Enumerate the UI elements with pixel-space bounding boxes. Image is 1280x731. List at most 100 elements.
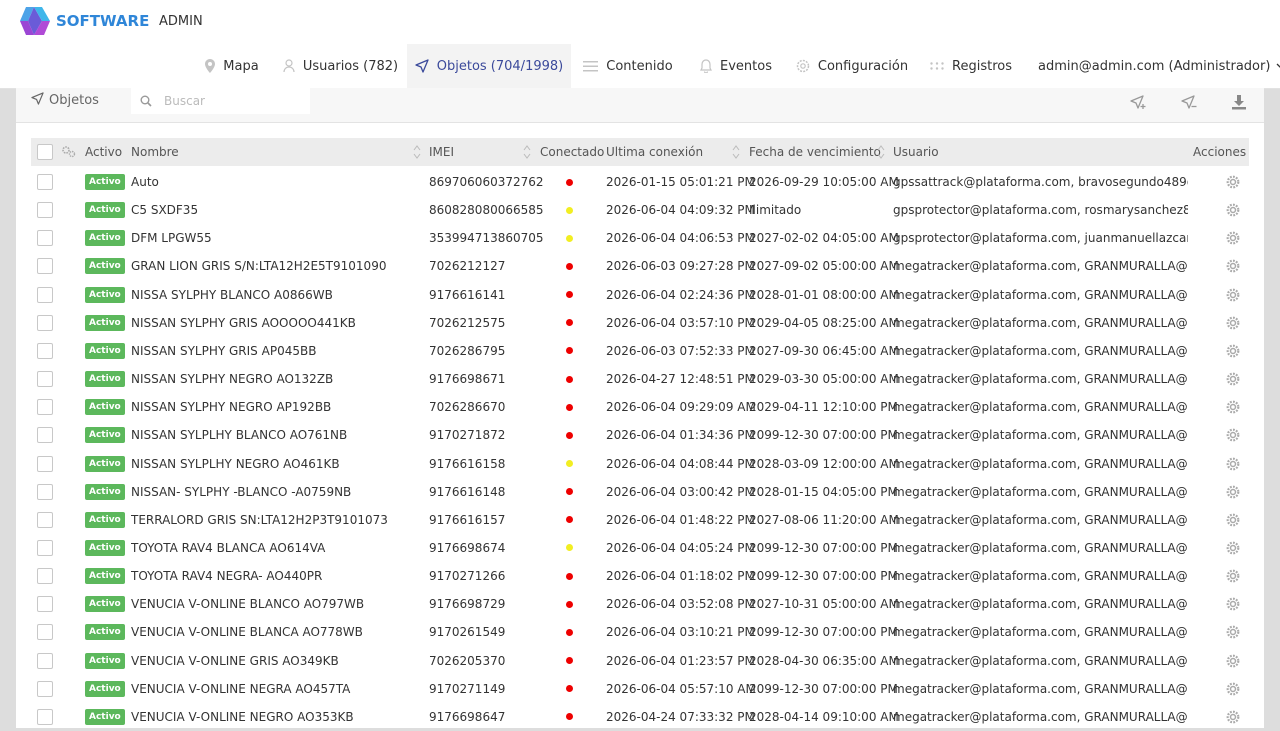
- table-row[interactable]: Activo NISSAN SYLPHY NEGRO AO132ZB 9176698…: [31, 365, 1249, 393]
- row-actions-gear-icon[interactable]: [1226, 703, 1240, 731]
- row-actions-gear-icon[interactable]: [1226, 675, 1240, 703]
- nav-usuarios[interactable]: Usuarios (782): [274, 44, 407, 88]
- add-object-button[interactable]: [1126, 91, 1150, 113]
- row-actions-gear-icon[interactable]: [1226, 168, 1240, 196]
- connection-dot: [566, 178, 573, 186]
- connection-status: [566, 224, 573, 252]
- table-row[interactable]: Activo VENUCIA V-ONLINE NEGRA AO457TA 9170…: [31, 675, 1249, 703]
- table-row[interactable]: Activo NISSA SYLPHY BLANCO A0866WB 9176616…: [31, 281, 1249, 309]
- col-usuario[interactable]: Usuario: [893, 138, 939, 166]
- row-checkbox[interactable]: [37, 534, 53, 562]
- search-input[interactable]: [162, 93, 306, 109]
- row-checkbox[interactable]: [37, 421, 53, 449]
- row-actions-gear-icon[interactable]: [1226, 562, 1240, 590]
- table-row[interactable]: Activo Auto 869706060372762 2026-01-15 05:0…: [31, 168, 1249, 196]
- nav-registros[interactable]: Registros: [917, 44, 1025, 88]
- row-checkbox[interactable]: [37, 590, 53, 618]
- row-actions-gear-icon[interactable]: [1226, 421, 1240, 449]
- row-checkbox[interactable]: [37, 618, 53, 646]
- table-row[interactable]: Activo NISSAN SYLPHY GRIS AP045BB 70262867…: [31, 337, 1249, 365]
- sort-icon[interactable]: [523, 143, 531, 161]
- user-menu[interactable]: admin@admin.com (Administrador): [1038, 44, 1280, 88]
- status-badge: Activo: [85, 202, 125, 219]
- table-row[interactable]: Activo TERRALORD GRIS SN:LTA12H2P3T910107…: [31, 506, 1249, 534]
- col-fecha-vencimiento[interactable]: Fecha de vencimiento: [749, 138, 881, 166]
- table-row[interactable]: Activo DFM LPGW55 353994713860705 2026-06-0…: [31, 224, 1249, 252]
- row-checkbox[interactable]: [37, 450, 53, 478]
- row-actions-gear-icon[interactable]: [1226, 281, 1240, 309]
- table-row[interactable]: Activo C5 SXDF35 860828080066585 2026-06-04…: [31, 196, 1249, 224]
- download-button[interactable]: [1227, 91, 1251, 113]
- nav-label: Configuración: [817, 58, 909, 74]
- row-actions-gear-icon[interactable]: [1226, 478, 1240, 506]
- col-conectado[interactable]: Conectado: [540, 138, 604, 166]
- row-actions-gear-icon[interactable]: [1226, 393, 1240, 421]
- row-checkbox[interactable]: [37, 562, 53, 590]
- row-actions-gear-icon[interactable]: [1226, 252, 1240, 280]
- brand-logo[interactable]: SOFTWARE: [16, 5, 149, 37]
- row-checkbox[interactable]: [37, 365, 53, 393]
- last-connection: 2026-06-04 03:10:21 PM: [606, 625, 755, 640]
- row-actions-gear-icon[interactable]: [1226, 590, 1240, 618]
- table-row[interactable]: Activo VENUCIA V-ONLINE NEGRO AO353KB 9176…: [31, 703, 1249, 731]
- select-all-checkbox[interactable]: [37, 138, 53, 166]
- sort-icon[interactable]: [413, 143, 421, 161]
- row-actions-gear-icon[interactable]: [1226, 337, 1240, 365]
- nav-contenido[interactable]: Contenido: [571, 44, 685, 88]
- table-row[interactable]: Activo NISSAN SYLPLHY NEGRO AO461KB 917661…: [31, 450, 1249, 478]
- row-checkbox[interactable]: [37, 647, 53, 675]
- row-checkbox[interactable]: [37, 252, 53, 280]
- row-actions-gear-icon[interactable]: [1226, 534, 1240, 562]
- object-users: megatracker@plataforma.com, GRANMURALLA@…: [893, 625, 1188, 640]
- table-row[interactable]: Activo TOYOTA RAV4 NEGRA- AO440PR 91702712…: [31, 562, 1249, 590]
- row-checkbox[interactable]: [37, 281, 53, 309]
- row-actions-gear-icon[interactable]: [1226, 618, 1240, 646]
- table-row[interactable]: Activo NISSAN SYLPLHY BLANCO AO761NB 91702…: [31, 421, 1249, 449]
- expiry-date: 2027-02-02 04:05:00 AM: [749, 231, 899, 246]
- status-badge-cell: Activo: [85, 478, 125, 506]
- table-row[interactable]: Activo VENUCIA V-ONLINE BLANCO AO797WB 917…: [31, 590, 1249, 618]
- table-row[interactable]: Activo VENUCIA V-ONLINE GRIS AO349KB 70262…: [31, 647, 1249, 675]
- nav-mapa[interactable]: Mapa: [190, 44, 274, 88]
- table-row[interactable]: Activo GRAN LION GRIS S/N:LTA12H2E5T91010…: [31, 252, 1249, 280]
- row-actions-gear-icon[interactable]: [1226, 506, 1240, 534]
- nav-configuracion[interactable]: Configuración: [787, 44, 917, 88]
- user-icon: [283, 59, 295, 73]
- col-acciones: Acciones: [1193, 145, 1247, 159]
- table-row[interactable]: Activo NISSAN- SYLPHY -BLANCO -A0759NB 917…: [31, 478, 1249, 506]
- row-checkbox[interactable]: [37, 337, 53, 365]
- row-checkbox[interactable]: [37, 168, 53, 196]
- nav-eventos[interactable]: Eventos: [685, 44, 787, 88]
- row-checkbox[interactable]: [37, 196, 53, 224]
- table-row[interactable]: Activo TOYOTA RAV4 BLANCA AO614VA 91766986…: [31, 534, 1249, 562]
- row-actions-gear-icon[interactable]: [1226, 365, 1240, 393]
- row-checkbox[interactable]: [37, 309, 53, 337]
- download-icon: [1232, 95, 1246, 110]
- nav-objetos[interactable]: Objetos (704/1998): [407, 44, 571, 88]
- columns-settings-icon[interactable]: [62, 138, 76, 166]
- row-actions-gear-icon[interactable]: [1226, 196, 1240, 224]
- row-actions-gear-icon[interactable]: [1226, 309, 1240, 337]
- row-checkbox[interactable]: [37, 675, 53, 703]
- objects-panel: Objetos Activo Nombre IMEI Conectado Ult…: [16, 88, 1264, 728]
- sort-icon[interactable]: [877, 143, 885, 161]
- remove-object-button[interactable]: [1177, 91, 1201, 113]
- row-actions-gear-icon[interactable]: [1226, 647, 1240, 675]
- col-imei[interactable]: IMEI: [429, 138, 454, 166]
- table-row[interactable]: Activo NISSAN SYLPHY GRIS AOOOOO441KB 7026…: [31, 309, 1249, 337]
- object-name: NISSAN- SYLPHY -BLANCO -A0759NB: [131, 484, 352, 499]
- row-checkbox[interactable]: [37, 506, 53, 534]
- row-checkbox[interactable]: [37, 478, 53, 506]
- row-actions-gear-icon[interactable]: [1226, 450, 1240, 478]
- row-checkbox[interactable]: [37, 224, 53, 252]
- table-row[interactable]: Activo NISSAN SYLPHY NEGRO AP192BB 7026286…: [31, 393, 1249, 421]
- col-activo[interactable]: Activo: [85, 138, 122, 166]
- sort-icon[interactable]: [732, 143, 740, 161]
- status-badge: Activo: [85, 427, 125, 444]
- col-ultima-conexion[interactable]: Ultima conexión: [606, 138, 703, 166]
- row-actions-gear-icon[interactable]: [1226, 224, 1240, 252]
- row-checkbox[interactable]: [37, 393, 53, 421]
- col-nombre[interactable]: Nombre: [131, 138, 179, 166]
- table-row[interactable]: Activo VENUCIA V-ONLINE BLANCA AO778WB 917…: [31, 618, 1249, 646]
- row-checkbox[interactable]: [37, 703, 53, 731]
